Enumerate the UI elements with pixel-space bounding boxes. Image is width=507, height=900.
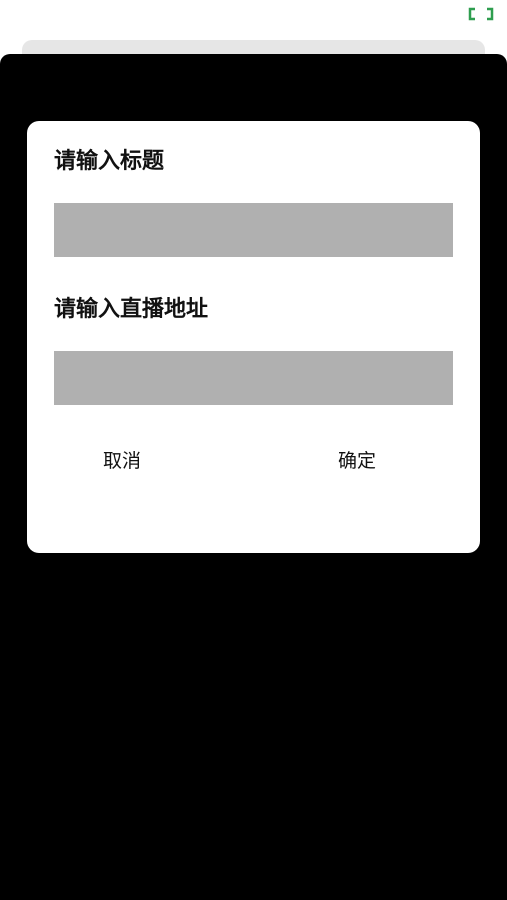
live-stream-dialog: 请输入标题 请输入直播地址 取消 确定 — [27, 121, 480, 553]
title-input[interactable] — [54, 203, 453, 257]
stream-url-input[interactable] — [54, 351, 453, 405]
title-label: 请输入标题 — [54, 149, 165, 174]
stream-url-label: 请输入直播地址 — [54, 297, 209, 322]
screen: 请输入标题 请输入直播地址 取消 确定 — [0, 0, 507, 900]
confirm-button[interactable]: 确定 — [297, 441, 417, 481]
cancel-button[interactable]: 取消 — [62, 441, 182, 481]
expand-icon[interactable] — [467, 6, 495, 22]
